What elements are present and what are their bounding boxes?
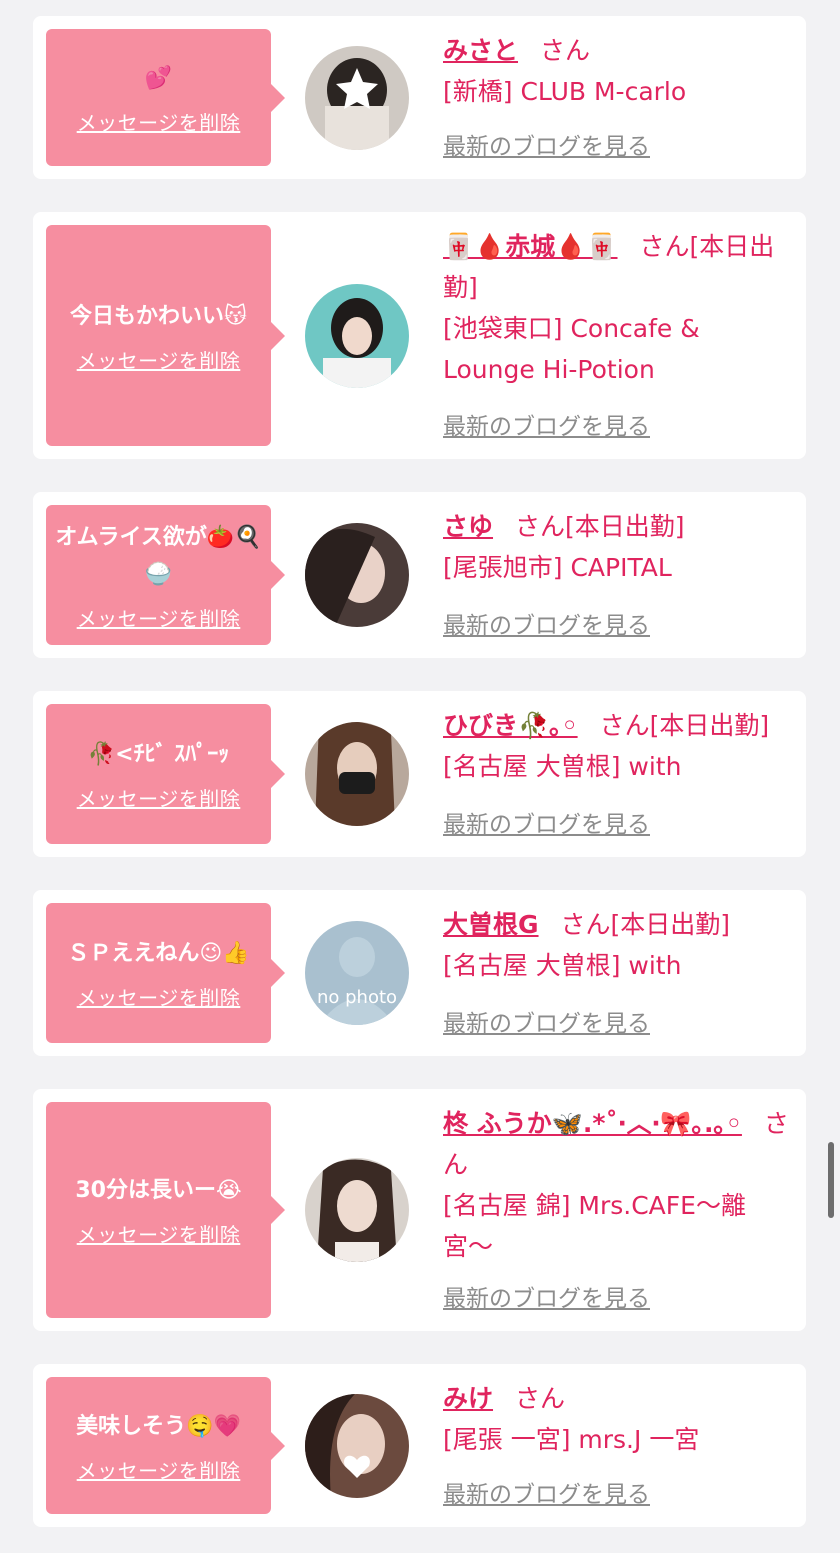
- shop-name: [名古屋 大曽根] with: [443, 752, 682, 781]
- message-bubble: 💕 メッセージを削除: [46, 29, 285, 166]
- message-bubble: 🥀<ﾁﾋﾞ ｽﾊﾟｰｯ メッセージを削除: [46, 704, 285, 844]
- profile-info: みけ さん [尾張 一宮] mrs.J 一宮: [443, 1378, 792, 1460]
- profile-info: 大曽根G さん[本日出勤] [名古屋 大曽根] with: [443, 904, 792, 986]
- delete-message-link[interactable]: メッセージを削除: [77, 1455, 241, 1484]
- avatar[interactable]: [305, 523, 409, 627]
- message-bubble: 今日もかわいい😽 メッセージを削除: [46, 225, 285, 446]
- delete-message-link[interactable]: メッセージを削除: [77, 107, 241, 136]
- message-card: 今日もかわいい😽 メッセージを削除 🀄🩸赤城🩸🀄 さん[本日出勤] [池袋東口] …: [33, 212, 806, 459]
- message-card: オムライス欲が🍅🍳🍚 メッセージを削除 さゆ さん[本日出勤] [尾張旭市] CA…: [33, 492, 806, 658]
- delete-message-link[interactable]: メッセージを削除: [77, 603, 241, 632]
- shop-name: [尾張旭市] CAPITAL: [443, 553, 672, 582]
- profile-name-link[interactable]: 柊 ふうか🦋.*˚‧︿‧🎀｡.｡◦: [443, 1109, 742, 1138]
- message-bubble: ＳＰええねん😉👍 メッセージを削除: [46, 903, 285, 1043]
- message-card: ＳＰええねん😉👍 メッセージを削除 no photo 大曽根G さん[本日出勤] …: [33, 890, 806, 1056]
- avatar[interactable]: [305, 722, 409, 826]
- shop-name: [池袋東口] Concafe & Lounge Hi-Potion: [443, 314, 700, 384]
- latest-blog-link[interactable]: 最新のブログを見る: [443, 1475, 650, 1509]
- profile-name-link[interactable]: みけ: [443, 1384, 493, 1413]
- honorific: さん[本日出勤]: [515, 512, 685, 541]
- delete-message-link[interactable]: メッセージを削除: [77, 783, 241, 812]
- avatar[interactable]: [305, 1158, 409, 1262]
- profile-info: さゆ さん[本日出勤] [尾張旭市] CAPITAL: [443, 506, 792, 588]
- name-line: みけ さん: [443, 1378, 792, 1419]
- honorific: さん: [540, 36, 591, 65]
- no-photo-label: no photo: [317, 987, 397, 1008]
- message-bubble: 美味しそう🤤💗 メッセージを削除: [46, 1377, 285, 1514]
- message-card: 💕 メッセージを削除 みさと さん [新橋] CLUB M-carlo 最新のブロ…: [33, 16, 806, 179]
- avatar[interactable]: no photo: [305, 921, 409, 1025]
- avatar[interactable]: [305, 1393, 409, 1498]
- profile-info: ひびき🥀｡◦ さん[本日出勤] [名古屋 大曽根] with: [443, 705, 792, 787]
- profile-info: 🀄🩸赤城🩸🀄 さん[本日出勤] [池袋東口] Concafe & Lounge H…: [443, 226, 792, 390]
- scrollbar[interactable]: [828, 1142, 834, 1218]
- latest-blog-link[interactable]: 最新のブログを見る: [443, 1004, 650, 1038]
- profile-name-link[interactable]: みさと: [443, 36, 518, 65]
- delete-message-link[interactable]: メッセージを削除: [77, 1219, 241, 1248]
- message-text: 美味しそう🤤💗: [76, 1413, 241, 1439]
- profile-info: みさと さん [新橋] CLUB M-carlo: [443, 30, 792, 112]
- message-bubble: オムライス欲が🍅🍳🍚 メッセージを削除: [46, 505, 285, 645]
- delete-message-link[interactable]: メッセージを削除: [77, 982, 241, 1011]
- name-line: 柊 ふうか🦋.*˚‧︿‧🎀｡.｡◦ さん: [443, 1103, 792, 1185]
- message-text: オムライス欲が🍅🍳🍚: [55, 524, 262, 587]
- message-text: ＳＰええねん😉👍: [67, 941, 250, 966]
- message-card: 🥀<ﾁﾋﾞ ｽﾊﾟｰｯ メッセージを削除 ひびき🥀｡◦ さん[本日出勤] [名古屋…: [33, 691, 806, 857]
- shop-name: [名古屋 錦] Mrs.CAFE〜離宮〜: [443, 1191, 746, 1261]
- message-card: 30分は長いー😭 メッセージを削除 柊 ふうか🦋.*˚‧︿‧🎀｡.｡◦ さん [名…: [33, 1089, 806, 1331]
- delete-message-link[interactable]: メッセージを削除: [77, 345, 241, 374]
- honorific: さん[本日出勤]: [599, 711, 770, 740]
- message-card: 美味しそう🤤💗 メッセージを削除 みけ さん [尾張 一宮] mrs.J 一宮 最…: [33, 1364, 806, 1527]
- latest-blog-link[interactable]: 最新のブログを見る: [443, 805, 650, 839]
- name-line: さゆ さん[本日出勤]: [443, 506, 792, 547]
- name-line: 大曽根G さん[本日出勤]: [443, 904, 792, 945]
- shop-name: [名古屋 大曽根] with: [443, 951, 682, 980]
- avatar[interactable]: [305, 45, 409, 150]
- latest-blog-link[interactable]: 最新のブログを見る: [443, 606, 650, 640]
- latest-blog-link[interactable]: 最新のブログを見る: [443, 407, 650, 441]
- profile-name-link[interactable]: 🀄🩸赤城🩸🀄: [443, 232, 618, 261]
- profile-info: 柊 ふうか🦋.*˚‧︿‧🎀｡.｡◦ さん [名古屋 錦] Mrs.CAFE〜離宮〜: [443, 1103, 792, 1267]
- latest-blog-link[interactable]: 最新のブログを見る: [443, 127, 650, 161]
- message-bubble: 30分は長いー😭 メッセージを削除: [46, 1102, 285, 1318]
- shop-name: [新橋] CLUB M-carlo: [443, 77, 687, 106]
- message-text: 🥀<ﾁﾋﾞ ｽﾊﾟｰｯ: [87, 742, 230, 767]
- shop-name: [尾張 一宮] mrs.J 一宮: [443, 1425, 700, 1454]
- honorific: さん: [515, 1384, 566, 1413]
- name-line: みさと さん: [443, 30, 792, 71]
- message-text: 今日もかわいい😽: [70, 303, 247, 329]
- profile-name-link[interactable]: 大曽根G: [443, 910, 539, 939]
- profile-name-link[interactable]: さゆ: [443, 512, 493, 541]
- message-text: 30分は長いー😭: [75, 1178, 242, 1203]
- message-text: 💕: [144, 65, 173, 91]
- profile-name-link[interactable]: ひびき🥀｡◦: [443, 711, 578, 740]
- honorific: さん[本日出勤]: [560, 910, 731, 939]
- name-line: ひびき🥀｡◦ さん[本日出勤]: [443, 705, 792, 746]
- avatar[interactable]: [305, 283, 409, 388]
- name-line: 🀄🩸赤城🩸🀄 さん[本日出勤]: [443, 226, 792, 308]
- latest-blog-link[interactable]: 最新のブログを見る: [443, 1279, 650, 1313]
